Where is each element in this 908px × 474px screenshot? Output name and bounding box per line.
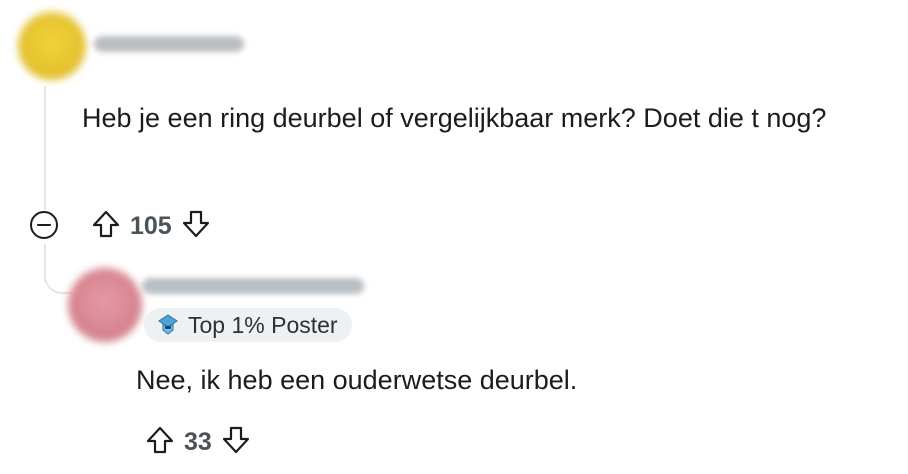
username-blurred[interactable]	[94, 36, 244, 52]
collapse-minus-icon	[29, 210, 59, 245]
downvote-arrow-icon	[181, 209, 211, 244]
top-poster-badge-icon	[156, 313, 180, 337]
vote-bar: 33	[142, 424, 254, 460]
comment-body: Heb je een ring deurbel of vergelijkbaar…	[82, 103, 827, 133]
reply-body: Nee, ik heb een ouderwetse deurbel.	[136, 365, 578, 395]
vote-bar: 105	[88, 208, 214, 244]
downvote-button[interactable]	[178, 208, 214, 244]
thread-line-curve	[44, 262, 72, 294]
collapse-button[interactable]	[27, 210, 61, 244]
username-blurred[interactable]	[142, 278, 364, 294]
avatar[interactable]	[18, 12, 86, 80]
upvote-button[interactable]	[142, 424, 178, 460]
vote-count: 33	[184, 427, 212, 456]
downvote-button[interactable]	[218, 424, 254, 460]
downvote-arrow-icon	[221, 425, 251, 460]
flair-label: Top 1% Poster	[188, 311, 338, 338]
vote-count: 105	[130, 211, 172, 240]
thread-line-vertical	[44, 86, 46, 226]
avatar[interactable]	[68, 268, 142, 342]
upvote-arrow-icon	[91, 209, 121, 244]
upvote-arrow-icon	[145, 425, 175, 460]
user-flair-badge: Top 1% Poster	[144, 308, 352, 342]
upvote-button[interactable]	[88, 208, 124, 244]
